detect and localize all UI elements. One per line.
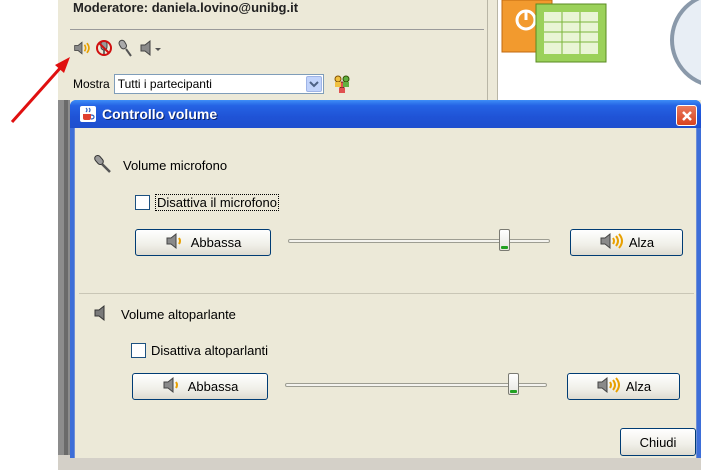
dialog-titlebar[interactable]: Controllo volume	[70, 100, 701, 128]
dialog-title: Controllo volume	[102, 106, 218, 122]
divider	[70, 29, 484, 30]
mic-volume-slider[interactable]	[288, 239, 550, 243]
close-x-icon[interactable]	[676, 105, 697, 126]
participants-filter: Mostra Tutti i partecipanti	[73, 73, 354, 95]
presentation-illustration	[498, 0, 701, 100]
close-button[interactable]: Chiudi	[620, 428, 696, 456]
slides-panel	[497, 0, 701, 100]
volume-control-dialog: Controllo volume Volume microfono Disatt…	[70, 100, 701, 458]
speaker-dropdown-icon[interactable]	[139, 39, 165, 57]
no-mic-icon[interactable]	[95, 39, 113, 57]
speaker-high-icon	[599, 232, 625, 253]
mic-mute-checkbox[interactable]	[135, 195, 150, 210]
mic-raise-button[interactable]: Alza	[570, 229, 683, 256]
speaker-lower-label: Abbassa	[187, 379, 239, 394]
mostra-label: Mostra	[73, 77, 110, 91]
close-button-label: Chiudi	[639, 434, 677, 450]
speaker-low-icon	[162, 376, 184, 397]
chevron-down-icon[interactable]	[305, 76, 322, 92]
mic-mute-label[interactable]: Disattiva il microfono	[155, 194, 279, 211]
microphone-icon	[93, 154, 113, 177]
mic-lower-button[interactable]: Abbassa	[135, 229, 271, 256]
microphone-icon[interactable]	[117, 39, 135, 57]
mic-section-label: Volume microfono	[123, 158, 228, 173]
speaker-lower-button[interactable]: Abbassa	[132, 373, 268, 400]
mic-volume-thumb[interactable]	[499, 229, 510, 251]
mic-raise-label: Alza	[628, 235, 655, 250]
people-icon[interactable]	[332, 74, 354, 94]
mic-lower-label: Abbassa	[190, 235, 242, 250]
window-edge-shadow	[64, 100, 68, 455]
speaker-raise-label: Alza	[625, 379, 652, 394]
moderator-text: Moderatore: daniela.lovino@unibg.it	[73, 0, 299, 15]
participants-select[interactable]: Tutti i partecipanti	[113, 74, 324, 94]
mic-section-header: Volume microfono	[93, 154, 227, 177]
participants-select-value: Tutti i partecipanti	[117, 77, 212, 91]
speaker-volume-thumb[interactable]	[508, 373, 519, 395]
speaker-icon	[93, 304, 111, 325]
speaker-mute-label[interactable]: Disattiva altoparlanti	[151, 343, 268, 358]
speaker-low-icon	[165, 232, 187, 253]
java-cup-icon	[80, 106, 96, 122]
speaker-volume-icon[interactable]	[73, 39, 91, 57]
speaker-mute-row[interactable]: Disattiva altoparlanti	[131, 343, 268, 358]
speaker-high-icon	[596, 376, 622, 397]
dialog-body: Volume microfono Disattiva il microfono …	[74, 128, 697, 458]
speaker-section-label: Volume altoparlante	[121, 307, 236, 322]
mic-mute-row[interactable]: Disattiva il microfono	[135, 194, 279, 211]
audio-toolbar	[73, 38, 165, 58]
speaker-section-header: Volume altoparlante	[93, 304, 236, 325]
speaker-raise-button[interactable]: Alza	[567, 373, 680, 400]
speaker-mute-checkbox[interactable]	[131, 343, 146, 358]
section-divider	[79, 293, 694, 294]
